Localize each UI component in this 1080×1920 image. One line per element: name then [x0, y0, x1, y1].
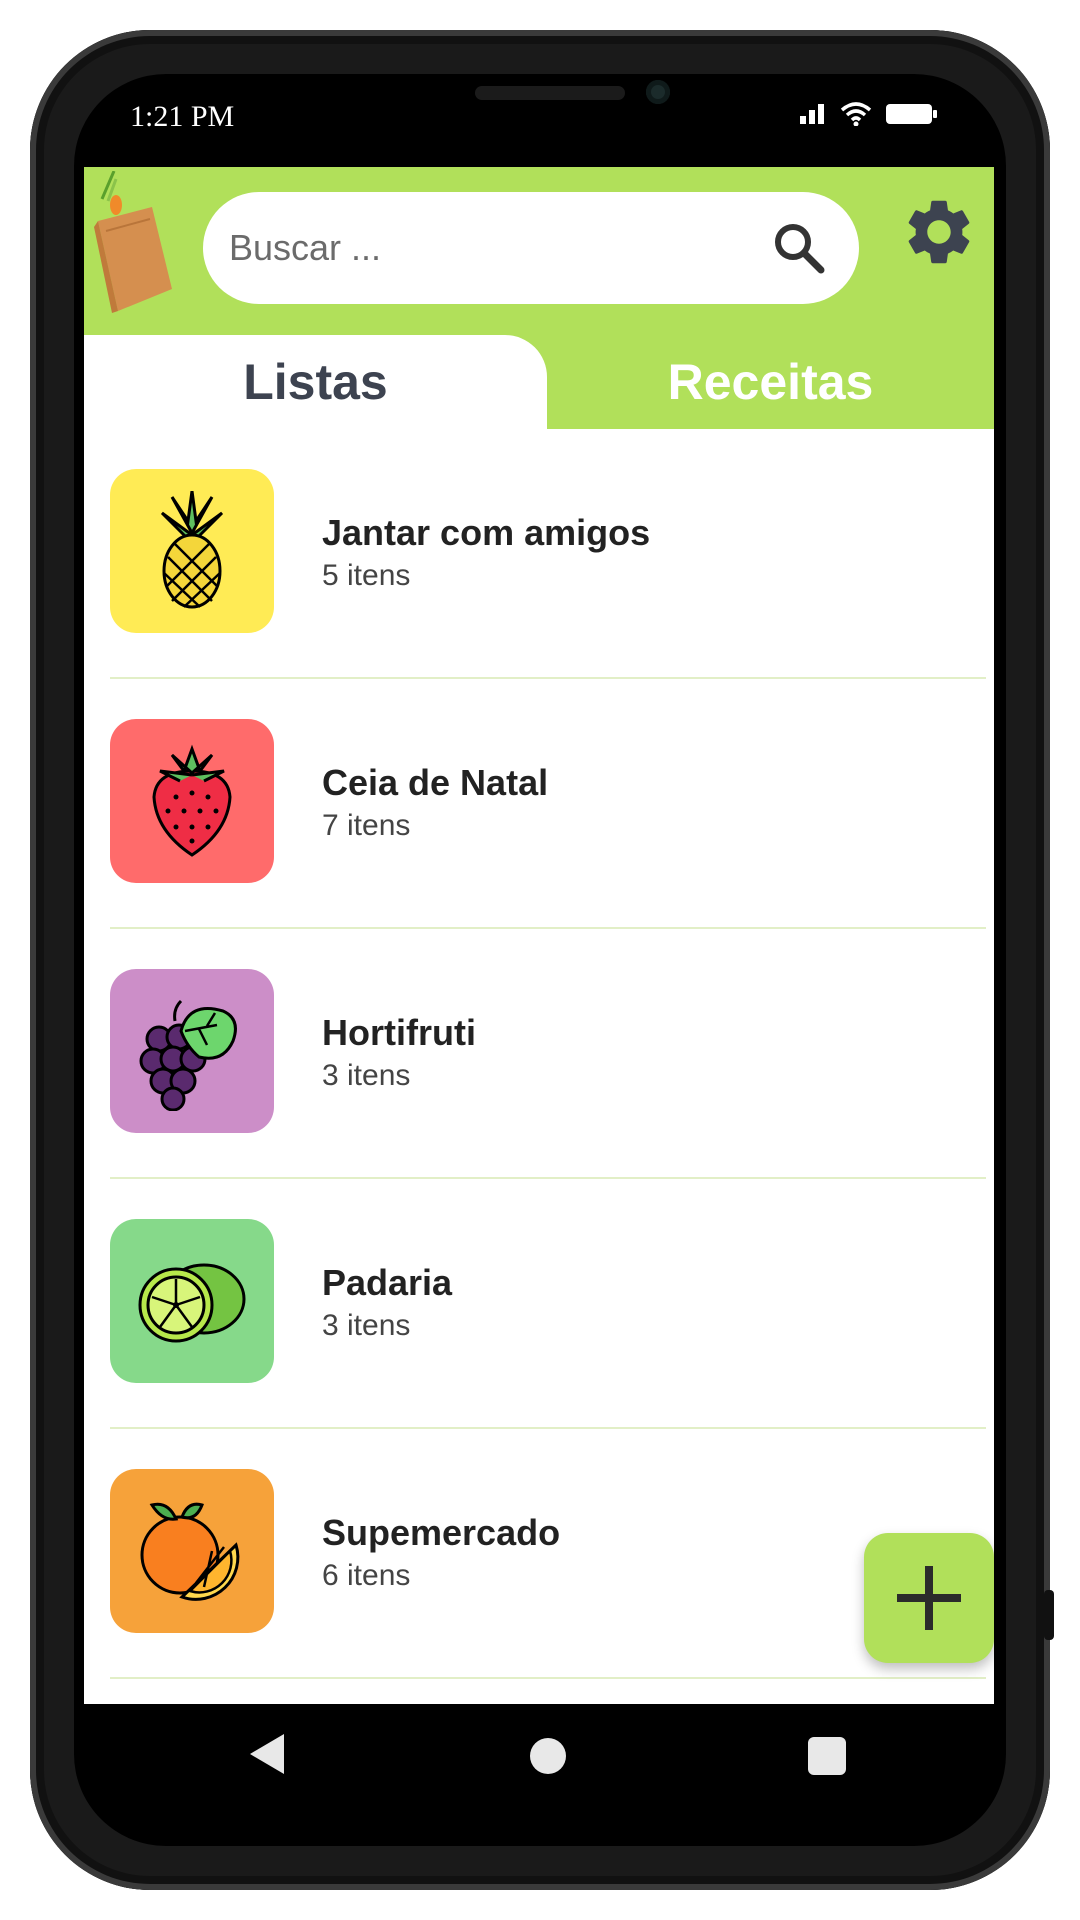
list-item-title: Hortifruti	[322, 1012, 476, 1053]
list-item-thumbnail	[110, 469, 274, 633]
status-icons	[800, 102, 938, 126]
grocery-bag-icon	[94, 171, 172, 313]
list-item[interactable]: Hortifruti 3 itens	[84, 929, 994, 1179]
list-item[interactable]: Padaria 3 itens	[84, 1179, 994, 1429]
nav-recent-apps-icon[interactable]	[808, 1737, 846, 1775]
tab-receitas-label: Receitas	[667, 354, 874, 410]
list-item-thumbnail	[110, 1469, 274, 1633]
app-header: Listas Receitas	[84, 167, 994, 429]
list-item[interactable]: Ceia de Natal 7 itens	[84, 679, 994, 929]
tab-listas[interactable]: Listas	[84, 335, 547, 429]
strawberry-icon	[152, 744, 232, 857]
add-list-button[interactable]	[864, 1533, 994, 1663]
phone-speaker	[475, 86, 625, 100]
pineapple-icon	[160, 491, 224, 609]
status-time: 1:21 PM	[130, 100, 235, 133]
signal-icon	[800, 104, 824, 124]
tab-receitas[interactable]: Receitas	[547, 335, 994, 429]
list-item-title: Supemercado	[322, 1512, 561, 1553]
list-item-count: 3 itens	[322, 1059, 411, 1092]
list-item-title: Jantar com amigos	[322, 512, 651, 553]
phone-side-button	[1044, 1590, 1054, 1640]
list-item-count: 3 itens	[322, 1309, 411, 1342]
list-divider	[110, 1677, 986, 1679]
list-item-thumbnail	[110, 719, 274, 883]
list-item[interactable]: Jantar com amigos 5 itens	[84, 429, 994, 679]
wifi-icon	[840, 102, 872, 126]
nav-back-icon[interactable]	[250, 1734, 284, 1774]
list-item-thumbnail	[110, 1219, 274, 1383]
lime-icon	[138, 1263, 246, 1343]
list-item-title: Padaria	[322, 1262, 453, 1303]
search-input[interactable]	[227, 226, 751, 270]
grapes-icon	[139, 999, 237, 1111]
list-item-count: 5 itens	[322, 559, 411, 592]
list-item-count: 7 itens	[322, 809, 411, 842]
gear-icon[interactable]	[900, 193, 978, 271]
list-item[interactable]: Supemercado 6 itens	[84, 1429, 994, 1679]
app-screen: Listas Receitas Jantar com amigos 5 iten…	[84, 167, 994, 1704]
battery-icon	[886, 104, 937, 124]
nav-home-icon[interactable]	[530, 1738, 566, 1774]
shopping-lists: Jantar com amigos 5 itens Ceia de Natal …	[84, 429, 994, 1679]
list-item-count: 6 itens	[322, 1559, 411, 1592]
search-bar[interactable]	[203, 192, 859, 304]
tab-listas-label: Listas	[243, 354, 388, 410]
plus-icon	[897, 1566, 961, 1630]
list-item-title: Ceia de Natal	[322, 762, 549, 803]
search-icon[interactable]	[771, 220, 827, 276]
list-item-thumbnail	[110, 969, 274, 1133]
phone-camera	[646, 80, 670, 104]
orange-icon	[140, 1502, 240, 1601]
